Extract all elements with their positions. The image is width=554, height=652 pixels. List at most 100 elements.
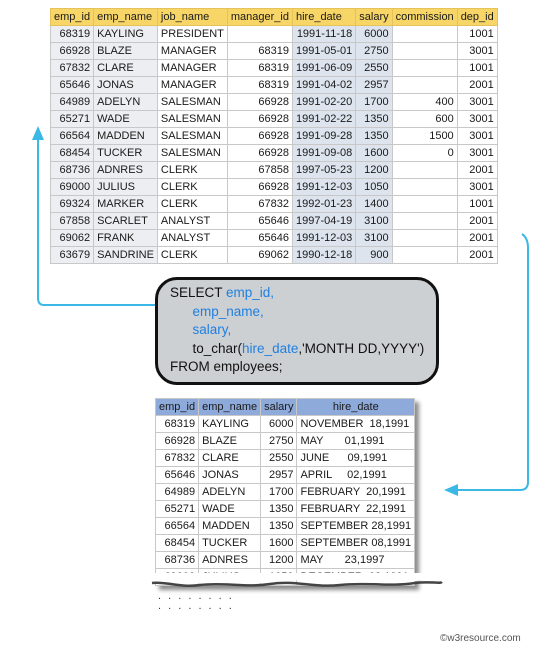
cell-manager_id: 66928 [226, 93, 293, 111]
cell-emp_id: 64989 [154, 483, 200, 501]
table-row: 67858 SCARLET ANALYST 65646 1997-04-19 3100 20… [49, 212, 498, 230]
arrow-source-to-result [456, 233, 529, 491]
column-header-dep_id: dep_id [456, 8, 498, 26]
cell-job_name: SALESMAN [156, 144, 228, 162]
sql-column: hire_date [242, 340, 299, 356]
cell-hire_date: 1997-05-23 [291, 161, 357, 179]
cell-manager_id: 67858 [226, 161, 293, 179]
cell-hire_date: 1991-02-22 [291, 110, 357, 128]
cell-salary: 1200 [260, 551, 298, 569]
cell-manager_id: 65646 [226, 229, 293, 247]
column-header-manager_id: manager_id [226, 8, 293, 26]
cell-manager_id: 67832 [226, 195, 293, 213]
column-header-emp_id: emp_id [154, 398, 200, 416]
cell-emp_id: 64989 [49, 93, 95, 111]
cell-job_name: MANAGER [156, 76, 228, 94]
cell-job_name: ANALYST [156, 212, 228, 230]
table-row: 69324 MARKER CLERK 67832 1992-01-23 1400 1001 [49, 195, 498, 213]
sql-query-box: SELECT emp_id, emp_name, salary, to_char… [155, 277, 439, 385]
cell-salary: 2750 [260, 432, 298, 450]
cell-manager_id: 68319 [226, 59, 293, 77]
column-header-salary: salary [355, 8, 393, 26]
cell-emp_name: TUCKER [93, 144, 158, 162]
cell-emp_id: 66928 [154, 432, 200, 450]
cell-dep_id: 2001 [456, 161, 498, 179]
cell-dep_id: 3001 [456, 110, 498, 128]
cell-manager_id: 68319 [226, 76, 293, 94]
table-row: 65646 JONAS 2957 APRIL 02,1991 [154, 466, 416, 484]
cell-emp_id: 66564 [49, 127, 95, 145]
cell-salary: 1600 [260, 534, 298, 552]
cell-hire_date: 1991-12-03 [291, 178, 357, 196]
cell-hire_date: 1991-11-18 [291, 25, 357, 43]
cell-dep_id: 3001 [456, 178, 498, 196]
cell-emp_id: 67858 [49, 212, 95, 230]
cell-salary: 1700 [355, 93, 393, 111]
cell-commission [391, 178, 458, 196]
arrowhead-up-icon [32, 126, 44, 140]
cell-salary: 2750 [355, 42, 393, 60]
cell-commission [391, 25, 458, 43]
cell-dep_id: 2001 [456, 212, 498, 230]
cell-salary: 1700 [260, 483, 298, 501]
cell-emp_id: 66564 [154, 517, 200, 535]
cell-salary: 3100 [355, 212, 393, 230]
cell-commission [391, 76, 458, 94]
cell-emp_id: 63679 [49, 246, 95, 264]
sql-line: FROM employees; [170, 359, 283, 374]
cell-commission: 0 [391, 144, 458, 162]
column-header-emp_name: emp_name [93, 8, 158, 26]
cell-salary: 1350 [355, 127, 393, 145]
cell-emp_name: ADNRES [198, 551, 262, 569]
cell-job_name: SALESMAN [156, 110, 228, 128]
cell-hire_date: MAY 23,1997 [296, 551, 416, 569]
cell-emp_id: 65271 [49, 110, 95, 128]
cell-emp_name: ADNRES [93, 161, 158, 179]
cell-emp_id: 68736 [154, 551, 200, 569]
cell-manager_id: 66928 [226, 144, 293, 162]
cell-emp_id: 65646 [154, 466, 200, 484]
cell-hire_date: 1991-09-08 [291, 144, 357, 162]
cell-salary: 1400 [355, 195, 393, 213]
table-row: 66564 MADDEN SALESMAN 66928 1991-09-28 1350 15… [49, 127, 498, 145]
cell-job_name: CLERK [156, 246, 228, 264]
table-row: 68736 ADNRES CLERK 67858 1997-05-23 1200 2001 [49, 161, 498, 179]
cell-salary: 1350 [355, 110, 393, 128]
column-header-salary: salary [260, 398, 298, 416]
cell-hire_date: 1997-04-19 [291, 212, 357, 230]
cell-commission: 400 [391, 93, 458, 111]
cell-salary: 1050 [355, 178, 393, 196]
cell-commission: 600 [391, 110, 458, 128]
cell-commission [391, 59, 458, 77]
cell-hire_date: 1991-04-02 [291, 76, 357, 94]
cell-commission [391, 161, 458, 179]
cell-emp_name: TUCKER [198, 534, 262, 552]
sql-column: emp_id, [226, 285, 275, 300]
cell-hire_date: SEPTEMBER 28,1991 [296, 517, 416, 535]
cell-salary: 6000 [355, 25, 393, 43]
cell-job_name: MANAGER [156, 42, 228, 60]
cell-hire_date: 1991-06-09 [291, 59, 357, 77]
cell-salary: 900 [355, 246, 393, 264]
cell-salary: 3100 [355, 229, 393, 247]
sql-format: ,'MONTH DD,YYYY') [298, 340, 425, 356]
cell-emp_id: 65271 [154, 500, 200, 518]
column-header-job_name: job_name [156, 8, 228, 26]
cell-job_name: ANALYST [156, 229, 228, 247]
cell-hire_date: JUNE 09,1991 [296, 449, 416, 467]
cell-salary: 1350 [260, 517, 298, 535]
cell-salary: 2550 [260, 449, 298, 467]
cell-manager_id: 66928 [226, 178, 293, 196]
sql-function: to_char( [192, 340, 243, 356]
table-row: 68319 KAYLING PRESIDENT 1991-11-18 6000 1001 [49, 25, 498, 43]
cell-salary: 1350 [260, 500, 298, 518]
cell-commission [391, 212, 458, 230]
cell-dep_id: 3001 [456, 42, 498, 60]
cell-emp_name: MADDEN [198, 517, 262, 535]
table-row: 65646 JONAS MANAGER 68319 1991-04-02 2957 2001 [49, 76, 498, 94]
table-row: 66928 BLAZE 2750 MAY 01,1991 [154, 432, 416, 450]
cell-dep_id: 2001 [456, 246, 498, 264]
cell-dep_id: 2001 [456, 76, 498, 94]
cell-manager_id [226, 25, 293, 43]
cell-emp_name: CLARE [198, 449, 262, 467]
